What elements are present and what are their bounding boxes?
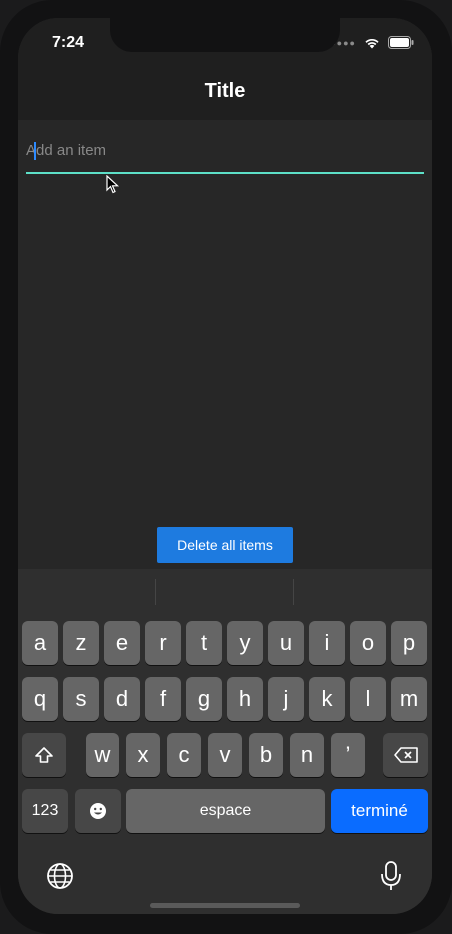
key-m[interactable]: m: [391, 677, 427, 721]
key-v[interactable]: v: [208, 733, 242, 777]
suggestion-bar: [18, 569, 432, 613]
key-k[interactable]: k: [309, 677, 345, 721]
key-apostrophe[interactable]: ’: [331, 733, 365, 777]
backspace-icon: [393, 747, 418, 763]
key-n[interactable]: n: [290, 733, 324, 777]
key-d[interactable]: d: [104, 677, 140, 721]
key-l[interactable]: l: [350, 677, 386, 721]
microphone-icon[interactable]: [380, 860, 402, 892]
suggestion-divider: [293, 579, 294, 605]
key-o[interactable]: o: [350, 621, 386, 665]
key-e[interactable]: e: [104, 621, 140, 665]
phone-screen: 7:24 ●●●● Title Add an item Delete all i…: [18, 18, 432, 914]
done-key[interactable]: terminé: [331, 789, 428, 833]
key-a[interactable]: a: [22, 621, 58, 665]
key-u[interactable]: u: [268, 621, 304, 665]
key-r[interactable]: r: [145, 621, 181, 665]
keyboard: a z e r t y u i o p q s d f g h j k l m: [18, 569, 432, 914]
add-item-input[interactable]: [26, 134, 424, 174]
backspace-key[interactable]: [383, 733, 428, 777]
delete-all-button[interactable]: Delete all items: [157, 527, 293, 563]
shift-key[interactable]: [22, 733, 66, 777]
text-caret: [34, 142, 36, 160]
shift-icon: [35, 747, 53, 763]
emoji-key[interactable]: [75, 789, 121, 833]
key-h[interactable]: h: [227, 677, 263, 721]
page-title: Title: [204, 80, 246, 102]
key-q[interactable]: q: [22, 677, 58, 721]
key-i[interactable]: i: [309, 621, 345, 665]
phone-frame: 7:24 ●●●● Title Add an item Delete all i…: [0, 0, 452, 934]
notch: [110, 18, 340, 52]
home-indicator[interactable]: [150, 903, 300, 908]
key-x[interactable]: x: [126, 733, 160, 777]
status-icons: ●●●●: [330, 36, 414, 49]
key-c[interactable]: c: [167, 733, 201, 777]
space-key[interactable]: espace: [126, 789, 325, 833]
key-s[interactable]: s: [63, 677, 99, 721]
key-t[interactable]: t: [186, 621, 222, 665]
key-p[interactable]: p: [391, 621, 427, 665]
battery-icon: [388, 36, 414, 49]
key-g[interactable]: g: [186, 677, 222, 721]
key-f[interactable]: f: [145, 677, 181, 721]
wifi-icon: [365, 38, 379, 48]
key-y[interactable]: y: [227, 621, 263, 665]
app-bar: Title: [18, 62, 432, 120]
emoji-icon: [90, 803, 106, 819]
suggestion-divider: [155, 579, 156, 605]
mouse-pointer-icon: [106, 175, 120, 194]
key-b[interactable]: b: [249, 733, 283, 777]
input-underline: [26, 172, 424, 174]
key-z[interactable]: z: [63, 621, 99, 665]
globe-icon[interactable]: [46, 862, 74, 890]
key-w[interactable]: w: [86, 733, 119, 777]
keyboard-bottom-bar: [18, 852, 432, 902]
add-item-field[interactable]: Add an item: [26, 134, 424, 176]
status-time: 7:24: [52, 34, 85, 51]
key-j[interactable]: j: [268, 677, 304, 721]
numbers-key[interactable]: 123: [22, 789, 68, 833]
